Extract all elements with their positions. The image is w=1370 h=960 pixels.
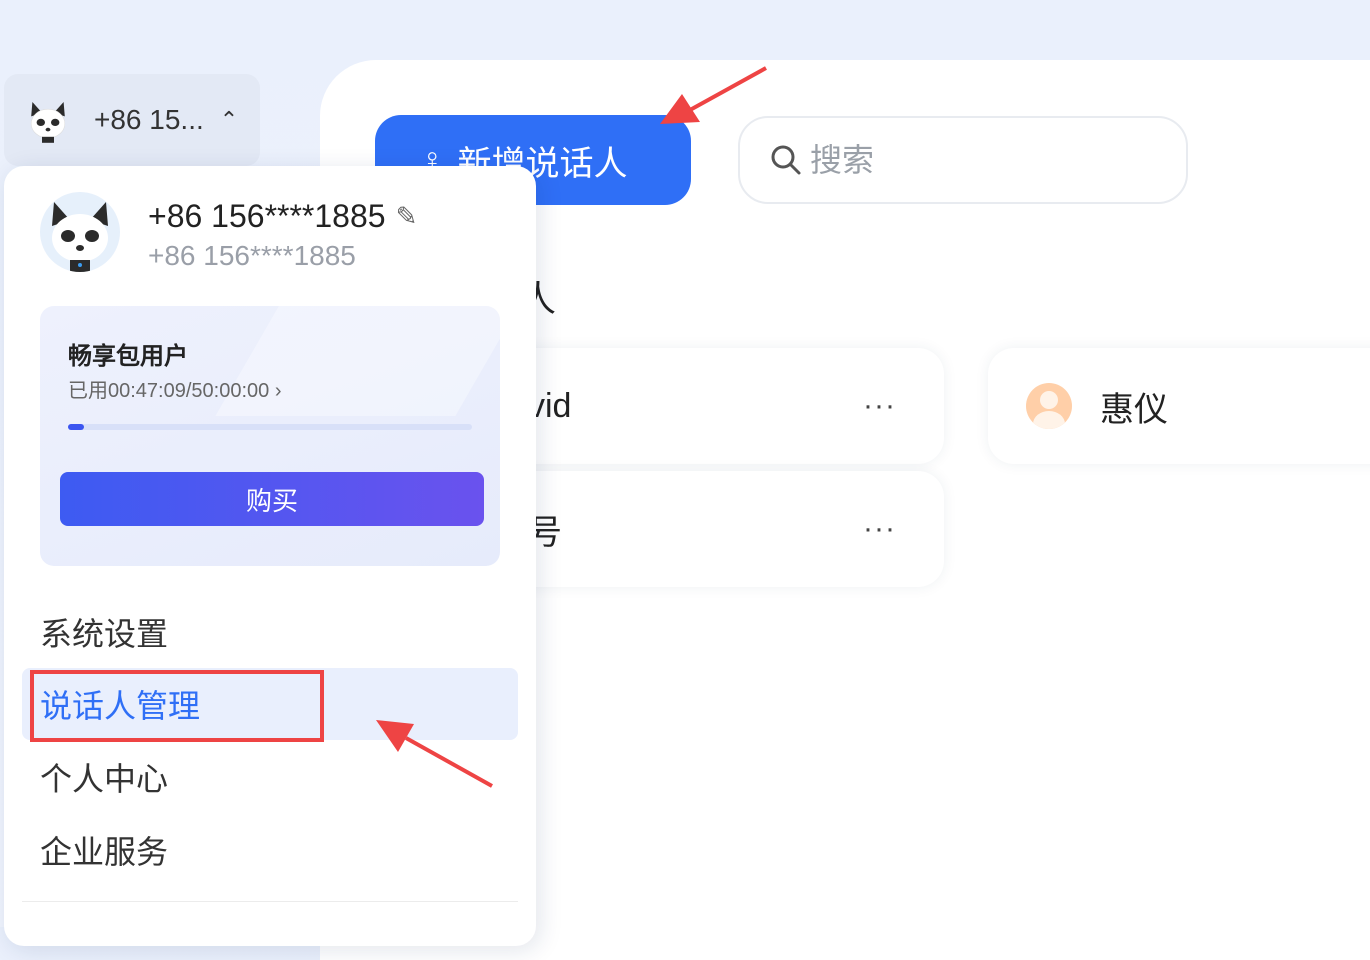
account-phone: +86 156****1885 ✎: [148, 198, 417, 235]
account-phone-text: +86 156****1885: [148, 198, 386, 234]
menu-item-personal-center[interactable]: 个人中心: [22, 741, 518, 813]
plan-card: 畅享包用户 已用00:47:09/50:00:00 › 购买: [40, 306, 500, 566]
speaker-card[interactable]: 号 ···: [500, 471, 944, 587]
avatar: [40, 192, 120, 272]
chevron-up-icon: ⌃: [219, 107, 239, 132]
plan-title: 畅享包用户: [68, 343, 188, 370]
menu-item-enterprise-service[interactable]: 企业服务: [22, 814, 518, 886]
speaker-name: 惠仪: [1100, 390, 1168, 429]
menu-item-speaker-management[interactable]: 说话人管理: [22, 668, 518, 740]
menu-item-system-settings[interactable]: 系统设置: [22, 596, 518, 668]
edit-icon[interactable]: ✎: [396, 201, 418, 232]
usage-progress-fill: [68, 424, 85, 430]
plan-usage-link[interactable]: 已用00:47:09/50:00:00 ›: [68, 374, 281, 403]
divider: [22, 901, 518, 902]
user-phone: +86 15...: [94, 104, 204, 135]
usage-progress-bar: [68, 424, 472, 430]
more-icon[interactable]: ···: [863, 389, 896, 423]
search-box[interactable]: [738, 116, 1188, 204]
more-icon[interactable]: ···: [863, 512, 896, 546]
avatar: [24, 96, 72, 144]
buy-button[interactable]: 购买: [60, 472, 484, 526]
account-sub-phone: +86 156****1885: [148, 240, 356, 271]
search-input[interactable]: [808, 140, 1172, 180]
user-menu-toggle[interactable]: +86 15... ⌃: [4, 74, 260, 166]
search-icon: [771, 145, 801, 175]
speaker-card[interactable]: 惠仪: [988, 348, 1370, 464]
speaker-avatar: [1026, 383, 1072, 429]
user-dropdown: +86 156****1885 ✎ +86 156****1885 畅享包用户 …: [4, 166, 536, 946]
speaker-card[interactable]: vid ···: [500, 348, 944, 464]
